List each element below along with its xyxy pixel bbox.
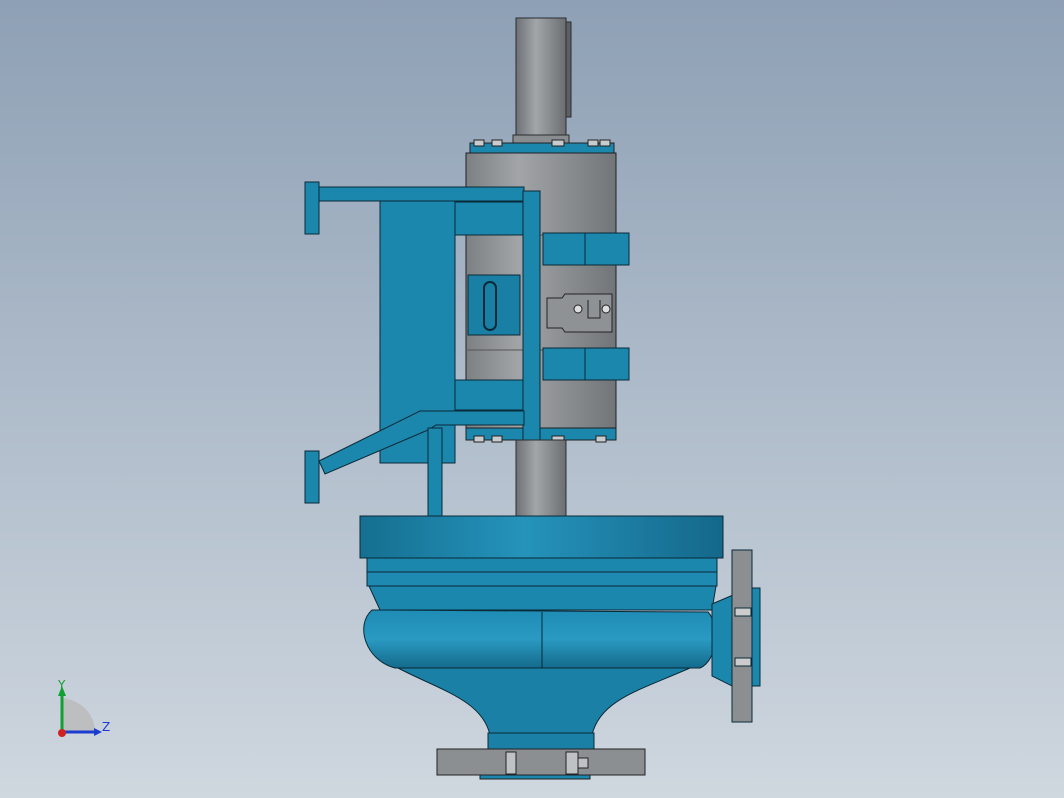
coordinate-triad bbox=[58, 686, 102, 737]
y-axis-label: Y bbox=[58, 678, 66, 692]
base-flange[interactable] bbox=[436, 748, 646, 780]
triad-plane bbox=[62, 698, 95, 732]
z-arrow bbox=[94, 728, 102, 736]
outlet-pipe[interactable] bbox=[711, 549, 761, 723]
pump-casing[interactable] bbox=[359, 515, 724, 750]
top-shaft[interactable] bbox=[512, 17, 572, 144]
sensor-bracket[interactable] bbox=[546, 293, 613, 333]
lower-shaft[interactable] bbox=[515, 439, 567, 519]
pump-assembly-model[interactable] bbox=[0, 0, 1064, 798]
x-axis-dot bbox=[58, 729, 66, 737]
cad-viewport[interactable]: Y Z bbox=[0, 0, 1064, 798]
z-axis-label: Z bbox=[102, 720, 111, 734]
